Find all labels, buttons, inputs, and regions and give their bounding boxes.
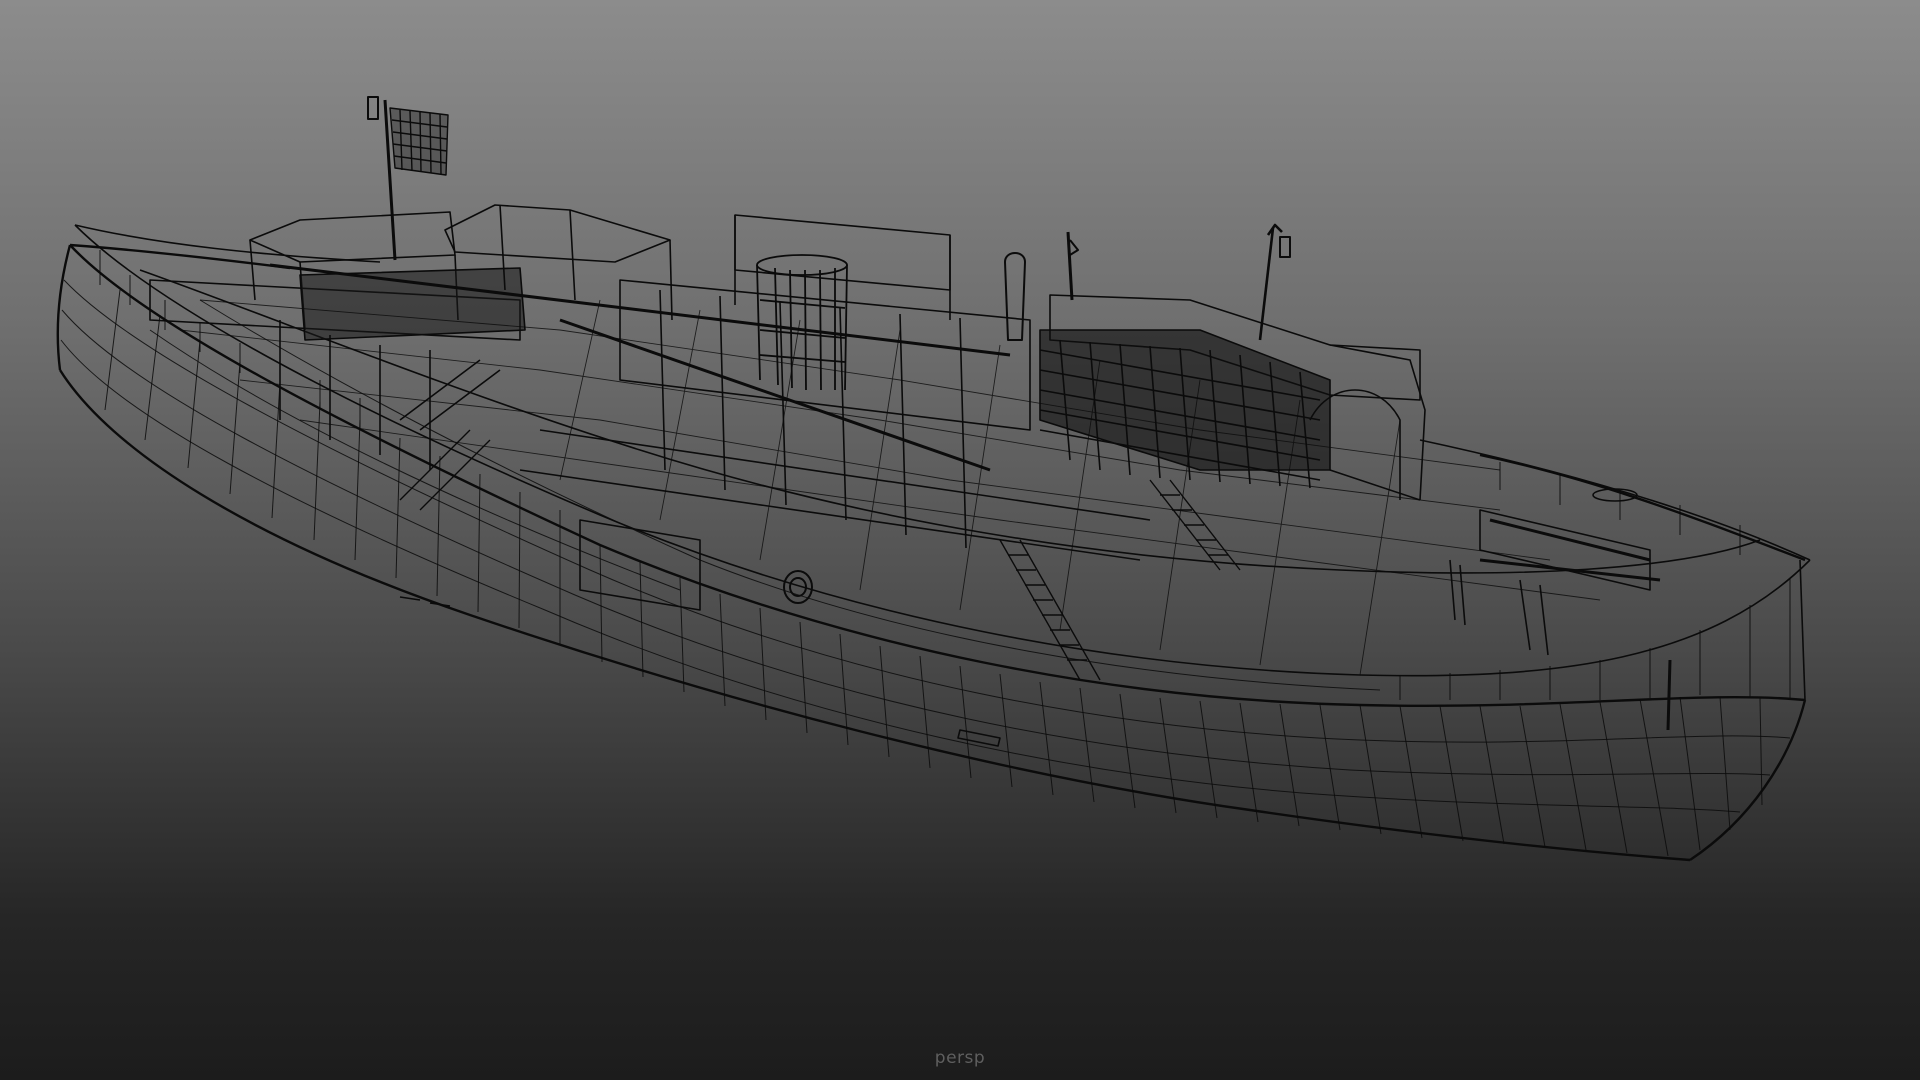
lifebuoy bbox=[783, 570, 813, 604]
forward-mast bbox=[1258, 223, 1291, 341]
hull-nameplate bbox=[399, 596, 1001, 747]
viewport-panel[interactable]: persp bbox=[0, 0, 1920, 1080]
bow-equipment bbox=[1449, 488, 1806, 731]
stern-flag bbox=[367, 96, 449, 261]
ventilators bbox=[1004, 231, 1079, 341]
hull-strakes bbox=[60, 279, 1791, 813]
forward-deckhouse bbox=[1039, 294, 1426, 501]
funnel bbox=[756, 254, 848, 391]
ladders bbox=[399, 429, 1241, 681]
camera-name-label: persp bbox=[934, 1048, 986, 1068]
ship-wireframe-model[interactable] bbox=[0, 0, 1920, 1080]
